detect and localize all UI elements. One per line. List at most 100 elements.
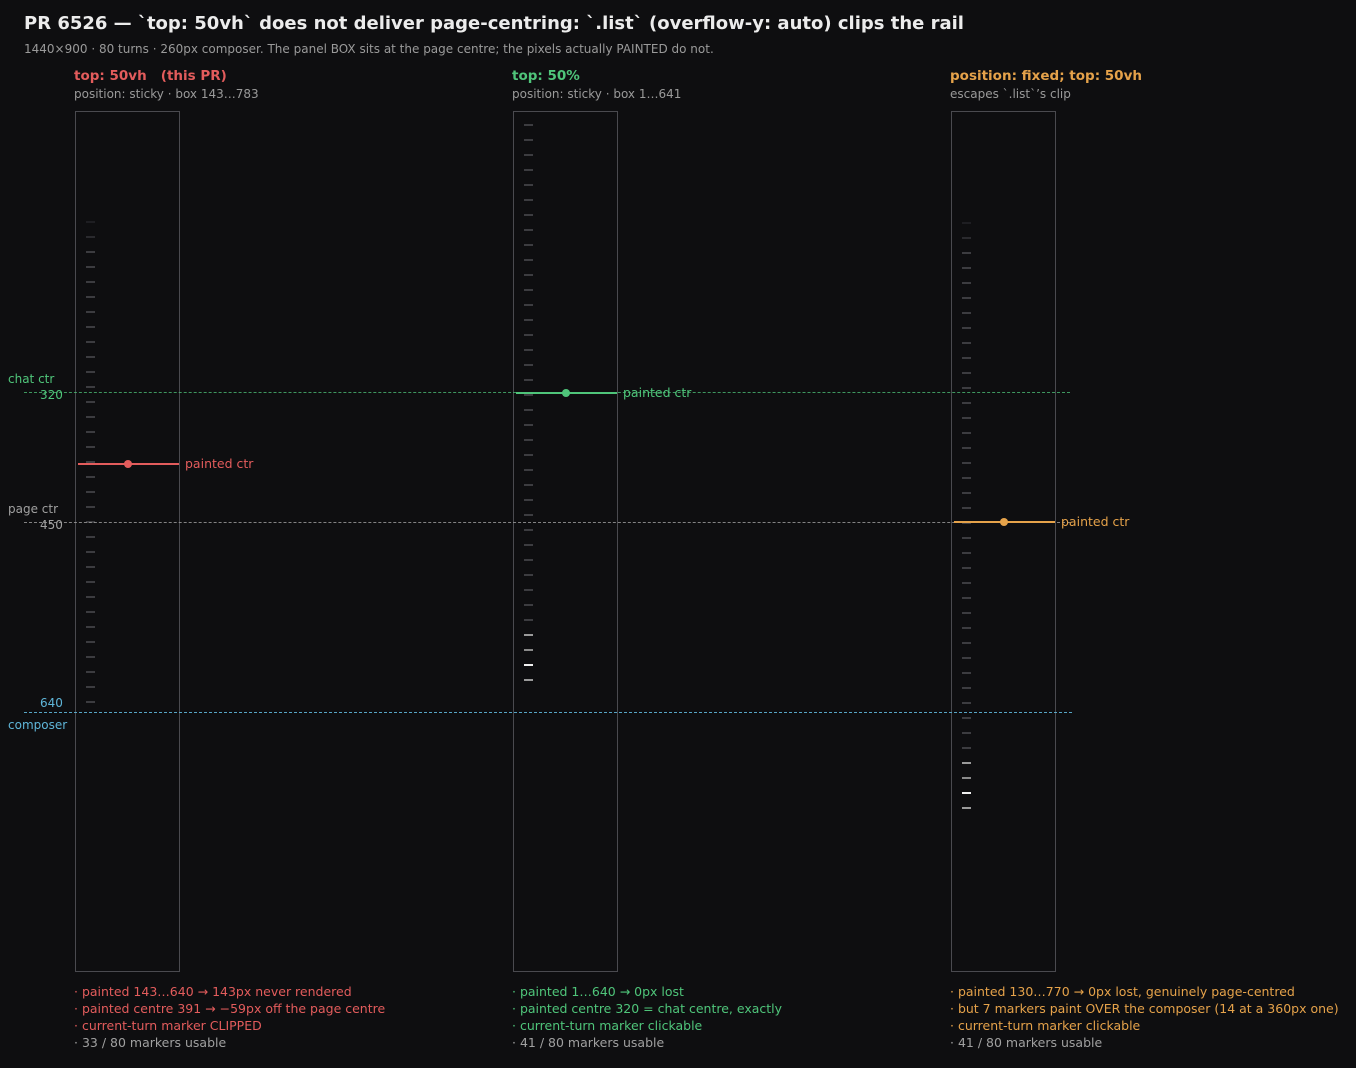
rail-marker[interactable] <box>86 701 95 703</box>
rail-marker[interactable] <box>86 491 95 493</box>
rail-marker[interactable] <box>962 807 971 809</box>
rail-marker[interactable] <box>86 446 95 448</box>
rail-marker[interactable] <box>962 567 971 569</box>
rail-marker[interactable] <box>962 732 971 734</box>
rail-marker[interactable] <box>962 402 971 404</box>
rail-marker[interactable] <box>86 266 95 268</box>
rail-marker[interactable] <box>86 281 95 283</box>
rail-marker[interactable] <box>524 169 533 171</box>
rail-marker[interactable] <box>524 544 533 546</box>
rail-marker[interactable] <box>86 401 95 403</box>
rail-marker[interactable] <box>524 649 533 651</box>
rail-marker[interactable] <box>962 642 971 644</box>
rail-marker[interactable] <box>524 499 533 501</box>
rail-marker[interactable] <box>524 184 533 186</box>
rail-marker[interactable] <box>524 319 533 321</box>
rail-marker[interactable] <box>962 297 971 299</box>
rail-marker[interactable] <box>524 664 533 666</box>
rail-marker[interactable] <box>962 222 971 224</box>
rail-marker[interactable] <box>962 777 971 779</box>
rail-marker[interactable] <box>524 274 533 276</box>
rail-marker[interactable] <box>524 634 533 636</box>
rail-marker[interactable] <box>962 267 971 269</box>
rail-marker[interactable] <box>524 199 533 201</box>
rail-marker[interactable] <box>86 326 95 328</box>
rail-marker[interactable] <box>962 687 971 689</box>
rail-marker[interactable] <box>962 462 971 464</box>
rail-marker[interactable] <box>86 296 95 298</box>
rail-marker[interactable] <box>962 387 971 389</box>
rail-marker[interactable] <box>86 551 95 553</box>
rail-marker[interactable] <box>86 566 95 568</box>
rail-marker[interactable] <box>962 672 971 674</box>
rail-marker[interactable] <box>86 386 95 388</box>
rail-marker[interactable] <box>962 417 971 419</box>
rail-marker[interactable] <box>524 604 533 606</box>
rail-marker[interactable] <box>86 536 95 538</box>
rail-marker[interactable] <box>86 581 95 583</box>
rail-marker[interactable] <box>524 289 533 291</box>
rail-marker[interactable] <box>962 477 971 479</box>
rail-marker[interactable] <box>524 304 533 306</box>
rail-marker[interactable] <box>524 619 533 621</box>
rail-marker[interactable] <box>86 416 95 418</box>
rail-marker[interactable] <box>524 559 533 561</box>
rail-marker[interactable] <box>524 589 533 591</box>
rail-marker[interactable] <box>524 379 533 381</box>
rail-marker[interactable] <box>962 792 971 794</box>
rail-marker[interactable] <box>524 364 533 366</box>
rail-marker[interactable] <box>86 476 95 478</box>
rail-marker[interactable] <box>524 409 533 411</box>
rail-marker[interactable] <box>86 236 95 238</box>
rail-marker[interactable] <box>524 349 533 351</box>
rail-marker[interactable] <box>86 371 95 373</box>
rail-marker[interactable] <box>524 394 533 396</box>
rail-marker[interactable] <box>962 702 971 704</box>
rail-marker[interactable] <box>962 447 971 449</box>
rail-marker[interactable] <box>524 484 533 486</box>
rail-marker[interactable] <box>962 552 971 554</box>
rail-marker[interactable] <box>86 686 95 688</box>
rail-marker[interactable] <box>524 469 533 471</box>
rail-marker[interactable] <box>86 611 95 613</box>
rail-marker[interactable] <box>962 312 971 314</box>
rail-marker[interactable] <box>962 747 971 749</box>
rail-marker[interactable] <box>962 237 971 239</box>
rail-marker[interactable] <box>524 229 533 231</box>
rail-marker[interactable] <box>962 612 971 614</box>
rail-marker[interactable] <box>86 251 95 253</box>
rail-marker[interactable] <box>524 679 533 681</box>
rail-marker[interactable] <box>524 154 533 156</box>
rail-marker[interactable] <box>524 244 533 246</box>
rail-marker[interactable] <box>962 657 971 659</box>
rail-marker[interactable] <box>962 597 971 599</box>
rail-marker[interactable] <box>524 214 533 216</box>
rail-marker[interactable] <box>86 506 95 508</box>
rail-marker[interactable] <box>524 424 533 426</box>
rail-marker[interactable] <box>962 762 971 764</box>
rail-marker[interactable] <box>962 372 971 374</box>
rail-marker[interactable] <box>962 357 971 359</box>
rail-marker[interactable] <box>962 507 971 509</box>
rail-marker[interactable] <box>962 282 971 284</box>
rail-marker[interactable] <box>962 432 971 434</box>
rail-marker[interactable] <box>86 671 95 673</box>
rail-marker[interactable] <box>524 259 533 261</box>
rail-marker[interactable] <box>962 327 971 329</box>
rail-marker[interactable] <box>86 596 95 598</box>
rail-marker[interactable] <box>962 252 971 254</box>
rail-marker[interactable] <box>524 334 533 336</box>
rail-marker[interactable] <box>524 139 533 141</box>
rail-marker[interactable] <box>86 221 95 223</box>
rail-marker[interactable] <box>524 529 533 531</box>
rail-marker[interactable] <box>962 582 971 584</box>
rail-marker[interactable] <box>86 641 95 643</box>
rail-marker[interactable] <box>524 454 533 456</box>
rail-marker[interactable] <box>524 574 533 576</box>
rail-marker[interactable] <box>86 341 95 343</box>
rail-marker[interactable] <box>86 656 95 658</box>
rail-marker[interactable] <box>524 124 533 126</box>
rail-marker[interactable] <box>962 537 971 539</box>
rail-marker[interactable] <box>962 342 971 344</box>
rail-marker[interactable] <box>524 514 533 516</box>
